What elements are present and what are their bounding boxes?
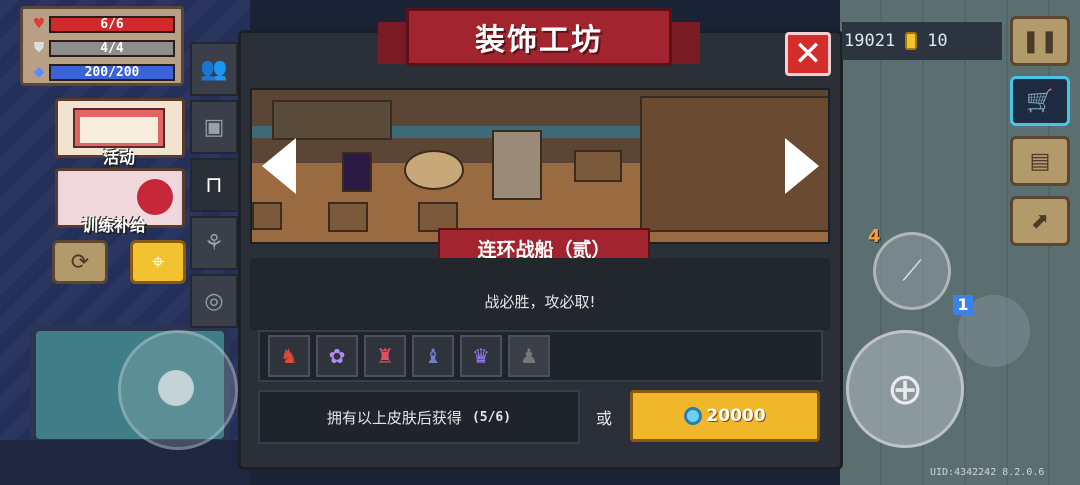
stool-prop: [328, 202, 368, 232]
exit-arrow-icon: ⬈: [1030, 208, 1050, 234]
map-pin-icon: ⌖: [151, 249, 165, 275]
set-description-area: 战必胜，攻必取!: [250, 258, 830, 330]
blade-icon: ⟋: [902, 254, 922, 287]
price-label: 20000: [706, 406, 766, 426]
floor-strip: [0, 440, 250, 485]
buy-with-gems-button[interactable]: 20000: [630, 390, 820, 442]
or-label: 或: [596, 409, 613, 428]
skin-slot[interactable]: ♞: [268, 335, 310, 377]
skin-knight-icon: ♞: [280, 344, 298, 368]
heart-icon: ♥: [32, 16, 46, 32]
uid-version-label: UID:4342242 8.2.0.6: [930, 467, 1045, 478]
energy-diamond-icon: ◆: [33, 64, 45, 80]
pause-button[interactable]: ❚❚: [1010, 16, 1070, 66]
skin-slot-locked[interactable]: ♟: [508, 335, 550, 377]
skill-charge-count: 4: [868, 226, 881, 247]
player-stats-panel: ♥ 6/6 ⛊ 4/4 ◆ 200/200: [20, 6, 184, 86]
shop-button[interactable]: 🛒: [1010, 76, 1070, 126]
close-icon: ✕: [793, 34, 823, 74]
skin-mage-icon: ♛: [472, 344, 490, 368]
close-button[interactable]: ✕: [785, 32, 831, 76]
decoration-preview: [250, 88, 830, 244]
coin-icon: [905, 32, 918, 50]
tab-crystal[interactable]: ◎: [190, 274, 238, 328]
hp-value: 6/6: [49, 15, 175, 33]
refresh-button[interactable]: ⟳: [52, 240, 108, 284]
tab-characters[interactable]: 👥: [190, 42, 238, 96]
crystal-ball-icon: ◎: [204, 288, 224, 314]
chip-icon: ▣: [203, 114, 225, 140]
set-description: 战必胜，攻必取!: [484, 293, 596, 311]
bench-prop: [574, 150, 622, 182]
attack-button[interactable]: ⊕: [846, 330, 964, 448]
coin-count: 10: [927, 31, 948, 51]
shield-icon: ⛊: [33, 40, 45, 56]
requirement-progress: (5/6): [471, 409, 512, 425]
sprout-icon: ⚘: [204, 230, 224, 256]
currency-hud: 19021 10: [842, 22, 1002, 60]
skin-slot[interactable]: ♝: [412, 335, 454, 377]
requirement-box: 拥有以上皮肤后获得 (5/6): [258, 390, 580, 444]
net-prop: [272, 100, 392, 140]
gem-count: 19021: [844, 31, 896, 51]
dialog-title-ribbon: 装饰工坊: [378, 8, 700, 66]
fish-basket-prop: [404, 150, 464, 190]
exit-button[interactable]: ⬈: [1010, 196, 1070, 246]
joystick-knob[interactable]: [158, 370, 194, 406]
people-icon: 👥: [200, 56, 228, 82]
table-icon: ⊓: [205, 172, 223, 198]
tab-plants[interactable]: ⚘: [190, 216, 238, 270]
training-supply-label: 训练补给: [82, 216, 147, 235]
skin-locked-icon: ♟: [520, 344, 538, 368]
tab-furniture[interactable]: ⊓: [190, 158, 238, 212]
workshop-tabs: 👥 ▣ ⊓ ⚘ ◎: [190, 42, 240, 332]
tab-weapons[interactable]: ▣: [190, 100, 238, 154]
hooded-figure: [342, 152, 372, 192]
skin-slot[interactable]: ✿: [316, 335, 358, 377]
cart-icon: 🛒: [1026, 88, 1054, 114]
pause-icon: ❚❚: [1021, 28, 1059, 54]
weapon-slot-number: 1: [953, 295, 973, 315]
required-skins-list: ♞ ✿ ♜ ♝ ♛ ♟: [258, 330, 823, 382]
refresh-icon: ⟳: [70, 249, 90, 275]
profile-button[interactable]: ▤: [1010, 136, 1070, 186]
id-card-icon: ▤: [1029, 148, 1051, 174]
skill-button[interactable]: ⟋: [873, 232, 951, 310]
shrine-prop: [492, 130, 542, 200]
energy-value: 200/200: [49, 63, 175, 81]
activity-label: 活动: [103, 148, 136, 167]
skin-slot[interactable]: ♜: [364, 335, 406, 377]
skin-sprite-icon: ✿: [328, 344, 346, 368]
previous-arrow[interactable]: [262, 138, 296, 194]
hp-row: ♥ 6/6: [29, 13, 175, 35]
location-button[interactable]: ⌖: [130, 240, 186, 284]
skin-slot[interactable]: ♛: [460, 335, 502, 377]
next-arrow[interactable]: [785, 138, 819, 194]
skin-ninja-icon: ♝: [424, 344, 442, 368]
gem-icon: [684, 407, 703, 425]
requirement-text: 拥有以上皮肤后获得: [326, 408, 462, 427]
dialog-title: 装饰工坊: [406, 8, 672, 66]
energy-row: ◆ 200/200: [29, 61, 175, 83]
stool-prop: [252, 202, 282, 230]
crosshair-icon: ⊕: [886, 363, 924, 415]
armor-row: ⛊ 4/4: [29, 37, 175, 59]
skin-warrior-icon: ♜: [376, 344, 394, 368]
armor-value: 4/4: [49, 39, 175, 57]
